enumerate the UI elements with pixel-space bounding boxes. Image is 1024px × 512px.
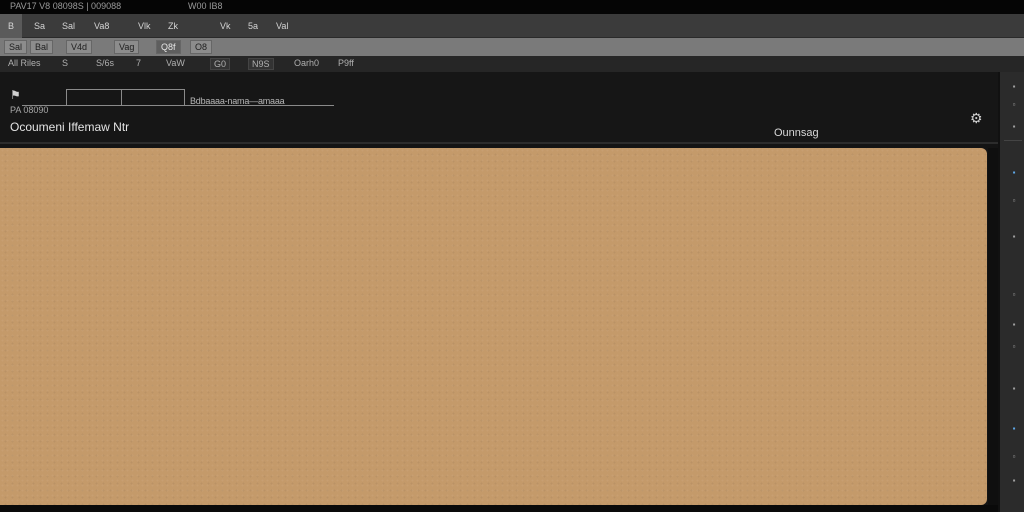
document-title: Ocoumeni Iffemaw Ntr <box>10 120 130 134</box>
panel-header: ⚑ Bdbaaaa-nama—amaaa PA 08090 Ocoumeni I… <box>0 72 998 144</box>
gear-icon[interactable]: ⚙ <box>970 110 983 127</box>
ruler-text: Bdbaaaa-nama—amaaa <box>190 96 285 106</box>
option-0[interactable]: All Riles <box>8 58 41 68</box>
toolbar: Sal Bal V4d Vag Q8f O8 <box>0 38 1024 56</box>
sidebar-divider <box>1004 140 1022 141</box>
option-4[interactable]: VaW <box>166 58 185 68</box>
menu-bar: B Sa Sal Va8 Vlk Zk Vk 5a Val <box>0 14 1024 38</box>
tool-icon-3[interactable]: ▪ <box>1006 122 1022 132</box>
field-box-2[interactable] <box>121 89 185 106</box>
option-5[interactable]: G0 <box>210 58 231 70</box>
menu-item-4[interactable]: Vlk <box>138 21 151 31</box>
menu-item-2[interactable]: Sal <box>62 21 75 31</box>
tool-icon-4[interactable]: ▪ <box>1006 168 1022 178</box>
small-label: PA 08090 <box>10 105 49 115</box>
toolbar-button-2[interactable]: V4d <box>66 40 93 54</box>
option-8[interactable]: P9ff <box>338 58 354 68</box>
document-canvas[interactable] <box>0 148 987 505</box>
tool-icon-8[interactable]: ▪ <box>1006 320 1022 330</box>
vertical-scrollbar[interactable] <box>988 148 998 505</box>
menu-item-3[interactable]: Va8 <box>94 21 109 31</box>
title-left-text: PAV17 V8 08098S | 009088 <box>10 1 122 11</box>
bottom-strip <box>0 505 998 512</box>
menu-item-1[interactable]: Sa <box>34 21 45 31</box>
title-bar: PAV17 V8 08098S | 009088 W00 IB8 <box>0 0 1024 14</box>
toolbar-button-3[interactable]: Vag <box>114 40 140 54</box>
option-6[interactable]: N9S <box>248 58 274 70</box>
option-2[interactable]: S/6s <box>96 58 114 68</box>
option-1[interactable]: S <box>62 58 68 68</box>
tool-icon-9[interactable]: ▫ <box>1006 342 1022 352</box>
tool-icon-6[interactable]: ▪ <box>1006 232 1022 242</box>
title-center-text: W00 IB8 <box>188 1 223 11</box>
tool-icon-13[interactable]: ▪ <box>1006 476 1022 486</box>
menu-item-8[interactable]: Val <box>276 21 288 31</box>
toolbar-button-0[interactable]: Sal <box>4 40 28 54</box>
options-bar: All Riles S S/6s 7 VaW G0 N9S Oarh0 P9ff <box>0 56 1024 72</box>
tool-icon-12[interactable]: ▫ <box>1006 452 1022 462</box>
tool-icon-11[interactable]: ▪ <box>1006 424 1022 434</box>
toolbar-button-5[interactable]: O8 <box>190 40 213 54</box>
option-7[interactable]: Oarh0 <box>294 58 319 68</box>
option-3[interactable]: 7 <box>136 58 141 68</box>
status-label: Ounnsag <box>774 127 819 139</box>
field-box-1[interactable] <box>66 89 122 106</box>
right-sidebar: ▪ ▫ ▪ ▪ ▫ ▪ ▫ ▪ ▫ ▪ ▪ ▫ ▪ <box>998 72 1024 512</box>
tool-icon-1[interactable]: ▪ <box>1006 82 1022 92</box>
tool-icon-10[interactable]: ▪ <box>1006 384 1022 394</box>
menu-item-7[interactable]: 5a <box>248 21 258 31</box>
toolbar-button-1[interactable]: Bal <box>30 40 54 54</box>
toolbar-button-4[interactable]: Q8f <box>156 40 181 54</box>
document-panel: ⚑ Bdbaaaa-nama—amaaa PA 08090 Ocoumeni I… <box>0 72 998 512</box>
menu-item-5[interactable]: Zk <box>168 21 178 31</box>
menu-item-0[interactable]: B <box>0 14 22 38</box>
menu-item-6[interactable]: Vk <box>220 21 231 31</box>
flag-icon[interactable]: ⚑ <box>10 88 24 104</box>
tool-icon-2[interactable]: ▫ <box>1006 100 1022 110</box>
tool-icon-5[interactable]: ▫ <box>1006 196 1022 206</box>
tool-icon-7[interactable]: ▫ <box>1006 290 1022 300</box>
